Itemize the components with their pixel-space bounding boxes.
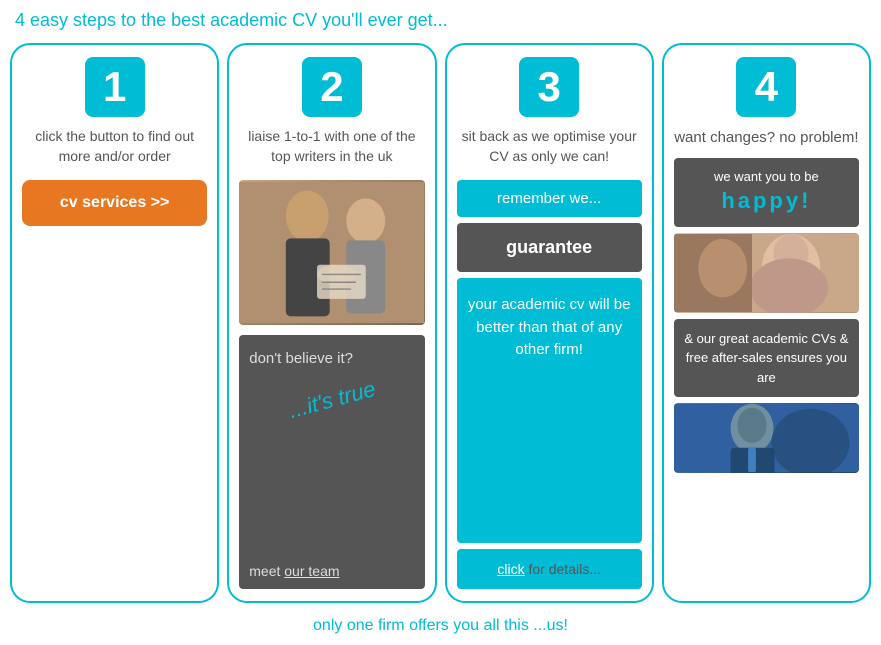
happy-word: happy!: [684, 186, 849, 217]
want-changes-text: want changes? no problem!: [674, 127, 858, 148]
great-cvs-box: & our great academic CVs & free after-sa…: [674, 319, 859, 398]
consultants-svg: [239, 180, 424, 325]
man-svg: [674, 403, 859, 473]
click-details-bar: click for details...: [457, 549, 642, 589]
its-true-text: ...it's true: [286, 376, 378, 424]
man-image: [674, 403, 859, 473]
meet-team-text: meet our team: [249, 563, 414, 579]
remember-bar: remember we...: [457, 180, 642, 217]
dont-believe-box: don't believe it? ...it's true meet our …: [239, 335, 424, 589]
academic-cv-box: your academic cv will be better than tha…: [457, 278, 642, 543]
cv-services-button[interactable]: cv services >>: [22, 180, 207, 226]
smile-image: [674, 233, 859, 313]
column-3: 3 sit back as we optimise your CV as onl…: [445, 43, 654, 603]
step-3-number: 3: [519, 57, 579, 117]
footer-text: only one firm offers you all this ...us!: [10, 617, 871, 635]
step-3-description: sit back as we optimise your CV as only …: [457, 127, 642, 166]
smile-svg: [674, 233, 859, 313]
step-2-description: liaise 1-to-1 with one of the top writer…: [239, 127, 424, 166]
guarantee-bar: guarantee: [457, 223, 642, 272]
column-1: 1 click the button to find out more and/…: [10, 43, 219, 603]
column-2: 2 liaise 1-to-1 with one of the top writ…: [227, 43, 436, 603]
step-2-number: 2: [302, 57, 362, 117]
dont-believe-text: don't believe it?: [249, 350, 414, 367]
column-4: 4 want changes? no problem! we want you …: [662, 43, 871, 603]
step-1-description: click the button to find out more and/or…: [22, 127, 207, 166]
columns-wrapper: 1 click the button to find out more and/…: [10, 43, 871, 603]
happy-box: we want you to be happy!: [674, 158, 859, 227]
page-title: 4 easy steps to the best academic CV you…: [10, 10, 871, 31]
step-4-number: 4: [736, 57, 796, 117]
click-details-link[interactable]: click: [497, 561, 524, 577]
consultants-image: [239, 180, 424, 325]
our-team-link[interactable]: our team: [284, 563, 339, 579]
step-1-number: 1: [85, 57, 145, 117]
